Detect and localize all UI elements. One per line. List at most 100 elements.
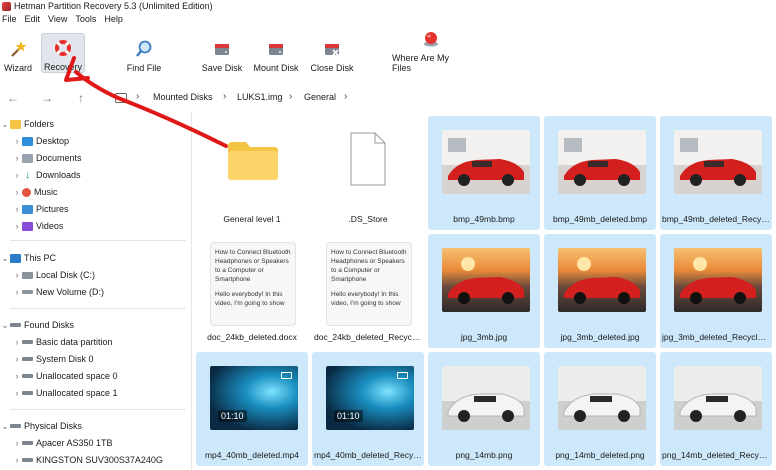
menu-tools[interactable]: Tools xyxy=(75,14,96,24)
tree-physical-disks[interactable]: ⌄ Physical Disks xyxy=(0,418,82,434)
video-duration: 01:10 xyxy=(334,410,363,422)
tree-item-documents[interactable]: › Documents xyxy=(12,150,82,166)
chevron-right-icon[interactable]: › xyxy=(12,170,22,180)
chevron-right-icon[interactable]: › xyxy=(12,438,22,448)
chevron-down-icon[interactable]: ⌄ xyxy=(0,421,10,432)
file-tile[interactable]: How to Connect Bluetooth Headphones or S… xyxy=(196,234,308,348)
file-name: doc_24kb_deleted_Recycle.... xyxy=(314,332,422,342)
save-disk-button[interactable]: Save Disk xyxy=(201,33,243,73)
back-arrow-icon[interactable]: ← xyxy=(4,86,22,110)
app-logo-icon xyxy=(2,1,11,11)
tree-folders[interactable]: ⌄ Folders xyxy=(0,116,54,132)
chevron-right-icon[interactable]: › xyxy=(12,153,22,163)
where-are-my-files-button[interactable]: Where Are My Files xyxy=(392,32,470,73)
tree-item-unallocated-space-0[interactable]: › Unallocated space 0 xyxy=(12,368,118,384)
tree-item-system-disk-0[interactable]: › System Disk 0 xyxy=(12,351,94,367)
window-title: Hetman Partition Recovery 5.3 (Unlimited… xyxy=(14,1,213,11)
breadcrumb-general[interactable]: General xyxy=(304,92,336,102)
chevron-down-icon[interactable]: ⌄ xyxy=(0,320,10,331)
tree-divider xyxy=(10,308,186,309)
tree-item-apacer[interactable]: › Apacer AS350 1TB xyxy=(12,435,113,451)
breadcrumb-luks1[interactable]: LUKS1.img xyxy=(237,92,283,102)
drive-icon xyxy=(22,271,33,279)
file-tile[interactable]: bmp_49mb_deleted_Recycl... xyxy=(660,116,772,230)
file-tile[interactable]: png_14mb.png xyxy=(428,352,540,466)
file-tile[interactable]: jpg_3mb_deleted_Recycle.j... xyxy=(660,234,772,348)
chevron-right-icon[interactable]: › xyxy=(12,287,22,297)
breadcrumb-separator: › xyxy=(136,91,140,102)
tree-divider xyxy=(10,409,186,410)
computer-icon xyxy=(10,253,21,263)
up-arrow-icon[interactable]: ↑ xyxy=(72,86,90,110)
tree-item-new-volume-d[interactable]: › New Volume (D:) xyxy=(12,284,105,300)
image-thumbnail xyxy=(674,248,762,312)
wizard-button[interactable]: Wizard xyxy=(2,33,34,73)
mount-disk-button[interactable]: Mount Disk xyxy=(252,33,300,73)
file-tile[interactable]: jpg_3mb.jpg xyxy=(428,234,540,348)
file-tile[interactable]: png_14mb_deleted_Recycl... xyxy=(660,352,772,466)
file-tile[interactable]: bmp_49mb.bmp xyxy=(428,116,540,230)
image-thumbnail xyxy=(558,248,646,312)
file-tile[interactable]: .DS_Store xyxy=(312,116,424,230)
chevron-right-icon[interactable]: › xyxy=(12,337,22,347)
tree-item-pictures[interactable]: › Pictures xyxy=(12,201,69,217)
lifebuoy-icon xyxy=(53,38,73,58)
file-grid: General level 1 .DS_Store bmp_49mb.bmp b… xyxy=(196,112,776,470)
recovery-button[interactable]: Recovery xyxy=(41,33,85,73)
document-preview: How to Connect Bluetooth Headphones or S… xyxy=(326,242,412,326)
chevron-down-icon[interactable]: ⌄ xyxy=(0,119,10,130)
alert-button-icon xyxy=(421,29,441,49)
breadcrumb-separator: › xyxy=(344,91,348,102)
tree-item-kingston[interactable]: › KINGSTON SUV300S37A240G xyxy=(12,452,163,468)
forward-arrow-icon[interactable]: → xyxy=(38,86,56,110)
drive-icon xyxy=(22,340,33,344)
chevron-right-icon[interactable]: › xyxy=(12,371,22,381)
file-tile[interactable]: jpg_3mb_deleted.jpg xyxy=(544,234,656,348)
file-tile[interactable]: How to Connect Bluetooth Headphones or S… xyxy=(312,234,424,348)
chevron-right-icon[interactable]: › xyxy=(12,204,22,214)
tree-item-videos[interactable]: › Videos xyxy=(12,218,64,234)
breadcrumb-mounted-disks[interactable]: Mounted Disks xyxy=(153,92,213,102)
file-tile[interactable]: bmp_49mb_deleted.bmp xyxy=(544,116,656,230)
tree-item-local-disk-c[interactable]: › Local Disk (C:) xyxy=(12,267,96,283)
chevron-right-icon[interactable]: › xyxy=(12,388,22,398)
menu-edit[interactable]: Edit xyxy=(25,14,41,24)
menu-view[interactable]: View xyxy=(48,14,67,24)
chevron-right-icon[interactable]: › xyxy=(12,455,22,465)
drive-icon xyxy=(22,374,33,378)
tree-item-desktop[interactable]: › Desktop xyxy=(12,133,70,149)
chevron-right-icon[interactable]: › xyxy=(12,354,22,364)
file-tile[interactable]: 01:10 mp4_40mb_deleted.mp4 xyxy=(196,352,308,466)
chevron-right-icon[interactable]: › xyxy=(12,221,22,231)
menu-help[interactable]: Help xyxy=(104,14,123,24)
tree-this-pc[interactable]: ⌄ This PC xyxy=(0,250,56,266)
drive-icon xyxy=(22,357,33,361)
drive-icon xyxy=(22,441,33,445)
tree-item-music[interactable]: › Music xyxy=(12,184,58,200)
file-name: .DS_Store xyxy=(348,214,388,224)
menu-bar: File Edit View Tools Help xyxy=(0,12,776,26)
chevron-right-icon[interactable]: › xyxy=(12,136,22,146)
drive-icon xyxy=(22,290,33,294)
file-tile[interactable]: General level 1 xyxy=(196,116,308,230)
chevron-down-icon[interactable]: ⌄ xyxy=(0,253,10,264)
file-tile[interactable]: 01:10 mp4_40mb_deleted_Recycl... xyxy=(312,352,424,466)
video-camera-icon xyxy=(397,372,408,379)
chevron-right-icon[interactable]: › xyxy=(12,187,22,197)
file-name: bmp_49mb_deleted_Recycl... xyxy=(662,214,770,224)
tree-item-unallocated-space-1[interactable]: › Unallocated space 1 xyxy=(12,385,118,401)
file-name: png_14mb_deleted.png xyxy=(555,450,645,460)
file-name: png_14mb_deleted_Recycl... xyxy=(662,450,770,460)
drive-icon xyxy=(22,391,33,395)
file-tile[interactable]: png_14mb_deleted.png xyxy=(544,352,656,466)
drive-icon xyxy=(10,424,21,428)
tree-item-basic-data-partition[interactable]: › Basic data partition xyxy=(12,334,113,350)
chevron-right-icon[interactable]: › xyxy=(12,270,22,280)
disk-mount-icon xyxy=(266,39,286,59)
tree-found-disks[interactable]: ⌄ Found Disks xyxy=(0,317,74,333)
find-file-button[interactable]: Find File xyxy=(124,33,164,73)
tree-item-downloads[interactable]: › ↓ Downloads xyxy=(12,167,81,183)
close-disk-button[interactable]: Close Disk xyxy=(310,33,354,73)
search-icon xyxy=(134,39,154,59)
menu-file[interactable]: File xyxy=(2,14,17,24)
